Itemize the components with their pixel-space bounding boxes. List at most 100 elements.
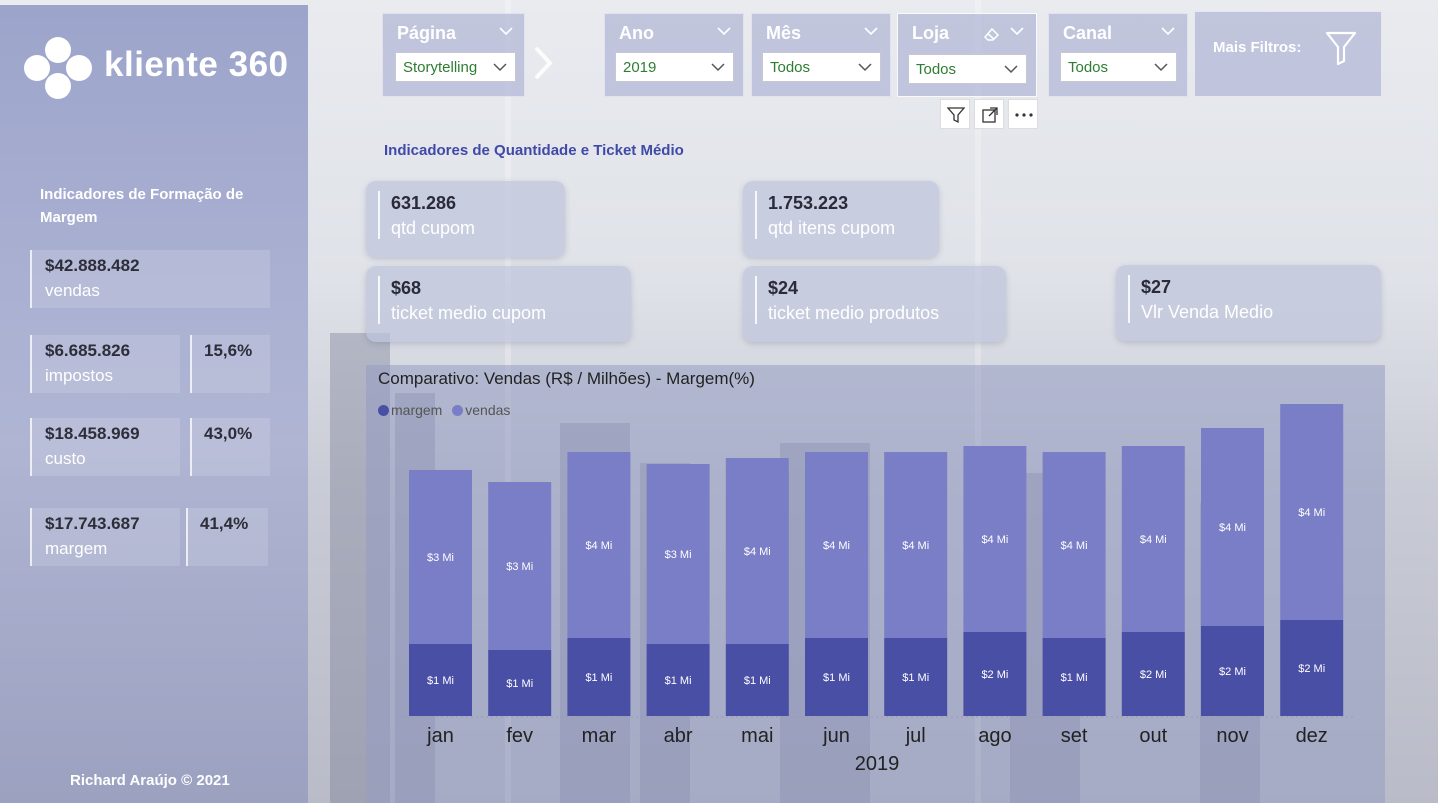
more-options-button[interactable] xyxy=(1008,99,1038,129)
metric-card-margem: $17.743.687 margem xyxy=(30,508,180,566)
filter-title: Loja xyxy=(912,23,950,43)
metric-label: margem xyxy=(45,539,108,558)
kpi-accent-bar xyxy=(378,191,380,239)
credit-text: Richard Araújo © 2021 xyxy=(70,772,230,789)
select-value: Todos xyxy=(916,61,957,78)
metric-label: vendas xyxy=(45,281,100,300)
x-tick-label: jan xyxy=(426,725,454,747)
x-tick-label: jul xyxy=(905,725,926,747)
metric-pct-impostos: 15,6% xyxy=(190,335,270,393)
logo-dot-icon xyxy=(24,55,50,81)
funnel-icon xyxy=(1325,31,1357,66)
data-label-margem: $1 Mi xyxy=(427,675,454,687)
chevron-down-icon xyxy=(1004,65,1018,74)
expand-icon xyxy=(982,107,998,123)
data-label-vendas: $3 Mi xyxy=(665,549,692,561)
filter-title: Página xyxy=(397,23,457,43)
kpi-accent-bar xyxy=(755,276,757,324)
x-axis-title: 2019 xyxy=(855,753,900,775)
ano-select[interactable]: 2019 xyxy=(615,52,734,82)
ellipsis-icon xyxy=(1015,113,1033,117)
metric-card-custo: $18.458.969 custo xyxy=(30,418,180,476)
data-label-vendas: $4 Mi xyxy=(744,546,771,558)
logo-dot-icon xyxy=(45,73,71,99)
kpi-value: $27 xyxy=(1141,277,1172,297)
data-label-margem: $1 Mi xyxy=(902,672,929,684)
data-label-margem: $2 Mi xyxy=(981,669,1008,681)
data-label-vendas: $4 Mi xyxy=(823,540,850,552)
kpi-label: qtd cupom xyxy=(391,218,476,238)
pagina-select[interactable]: Storytelling xyxy=(395,52,516,82)
chevron-down-icon xyxy=(1154,63,1168,72)
kpi-value: $24 xyxy=(768,278,799,298)
kpi-value: 631.286 xyxy=(391,193,457,213)
x-tick-label: nov xyxy=(1216,725,1248,747)
data-label-margem: $1 Mi xyxy=(744,675,771,687)
more-filters-button[interactable]: Mais Filtros: xyxy=(1194,11,1382,97)
data-label-vendas: $4 Mi xyxy=(981,534,1008,546)
sidebar-title: Indicadores de Formação de Margem xyxy=(40,186,244,226)
chevron-down-icon[interactable] xyxy=(717,26,731,36)
data-label-vendas: $3 Mi xyxy=(427,552,454,564)
x-tick-label: ago xyxy=(978,725,1011,747)
select-value: 2019 xyxy=(623,59,657,76)
kpi-accent-bar xyxy=(378,276,380,324)
metric-label: custo xyxy=(45,449,86,468)
data-label-margem: $2 Mi xyxy=(1140,669,1167,681)
select-value: Todos xyxy=(770,59,811,76)
metric-value: $42.888.482 xyxy=(45,256,140,275)
kpi-label: ticket medio produtos xyxy=(768,303,940,323)
chevron-down-icon[interactable] xyxy=(1161,26,1175,36)
select-value: Storytelling xyxy=(403,59,478,76)
metric-card-vendas: $42.888.482 vendas xyxy=(30,250,270,308)
loja-select[interactable]: Todos xyxy=(908,54,1027,84)
data-label-margem: $1 Mi xyxy=(823,672,850,684)
metric-value: $17.743.687 xyxy=(45,514,140,533)
eraser-icon[interactable] xyxy=(983,26,1001,42)
chevron-down-icon[interactable] xyxy=(1010,26,1024,36)
data-label-margem: $1 Mi xyxy=(585,672,612,684)
kpi-value: 1.753.223 xyxy=(768,193,849,213)
data-label-vendas: $4 Mi xyxy=(902,540,929,552)
data-label-vendas: $4 Mi xyxy=(1140,534,1167,546)
data-label-margem: $2 Mi xyxy=(1219,666,1246,678)
x-tick-label: set xyxy=(1061,725,1088,747)
data-label-vendas: $4 Mi xyxy=(1298,507,1325,519)
brand-name: kliente 360 xyxy=(104,45,289,84)
metric-pct-margem: 41,4% xyxy=(186,508,268,566)
chevron-down-icon xyxy=(858,63,872,72)
select-value: Todos xyxy=(1068,59,1109,76)
kpi-value: $68 xyxy=(391,278,422,298)
kpi-accent-bar xyxy=(755,191,757,239)
mes-select[interactable]: Todos xyxy=(762,52,881,82)
focus-mode-button[interactable] xyxy=(974,99,1004,129)
metric-value: $6.685.826 xyxy=(45,341,131,360)
data-label-vendas: $4 Mi xyxy=(585,540,612,552)
kpi-card: $27 Vlr Venda Medio xyxy=(1116,265,1381,341)
filter-ano: Ano 2019 xyxy=(604,13,744,97)
filter-pagina: Página Storytelling xyxy=(382,13,525,97)
data-label-vendas: $4 Mi xyxy=(1219,522,1246,534)
chevron-right-icon[interactable] xyxy=(528,38,558,88)
filter-visual-button[interactable] xyxy=(940,99,970,129)
metric-card-impostos: $6.685.826 impostos xyxy=(30,335,180,393)
more-filters-label: Mais Filtros: xyxy=(1213,39,1302,56)
brand-logo: kliente 360 xyxy=(24,35,294,105)
metric-pct: 15,6% xyxy=(204,341,253,360)
filter-title: Canal xyxy=(1063,23,1113,43)
filter-title: Ano xyxy=(619,23,654,43)
data-label-margem: $1 Mi xyxy=(665,675,692,687)
chevron-down-icon[interactable] xyxy=(864,26,878,36)
kpi-card: 631.286 qtd cupom xyxy=(366,181,565,257)
kpi-card: $68 ticket medio cupom xyxy=(366,266,631,342)
x-tick-label: fev xyxy=(506,725,533,747)
chevron-down-icon[interactable] xyxy=(499,26,513,36)
kpi-card: 1.753.223 qtd itens cupom xyxy=(743,181,939,257)
sales-margin-chart[interactable]: Comparativo: Vendas (R$ / Milhões) - Mar… xyxy=(366,365,1385,803)
data-label-vendas: $3 Mi xyxy=(506,561,533,573)
sidebar: kliente 360 Indicadores de Formação de M… xyxy=(0,5,308,803)
canal-select[interactable]: Todos xyxy=(1060,52,1177,82)
data-label-margem: $1 Mi xyxy=(506,678,533,690)
kpi-label: ticket medio cupom xyxy=(391,303,547,323)
data-label-margem: $2 Mi xyxy=(1298,663,1325,675)
